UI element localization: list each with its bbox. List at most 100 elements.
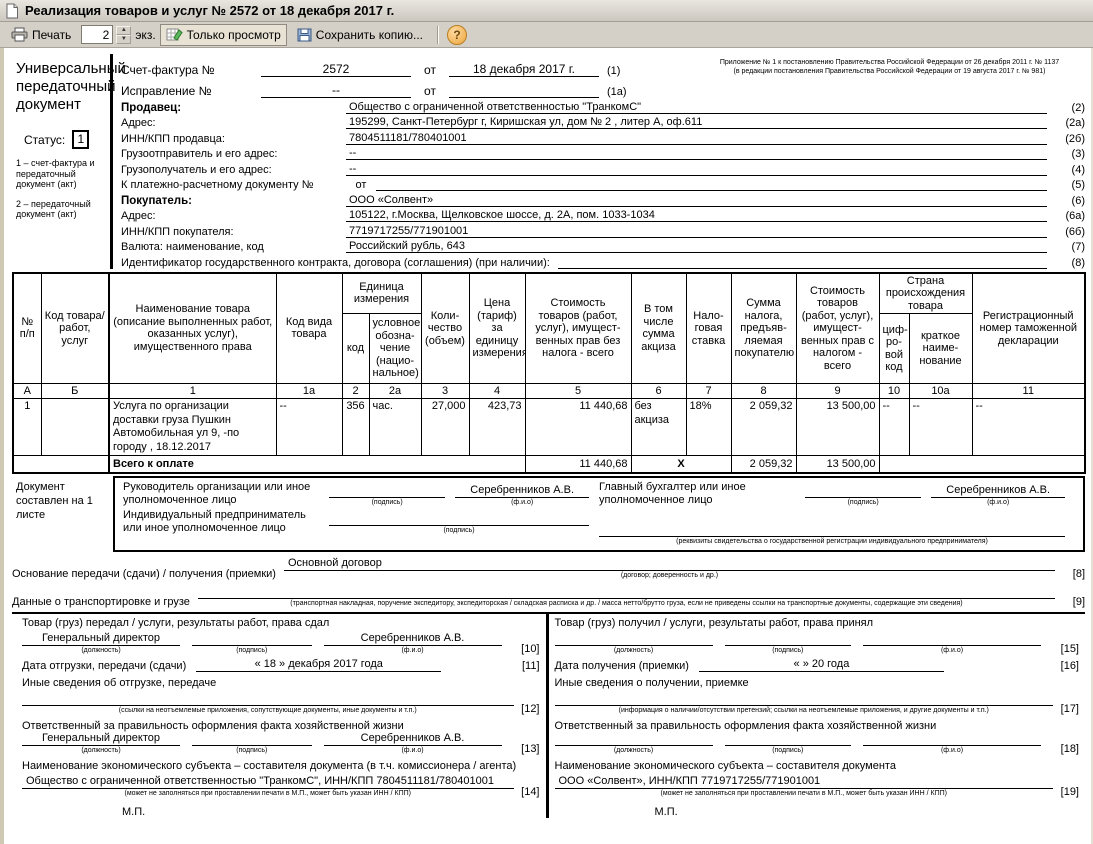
other-shipping-info-caption: (ссылки на неотъемлемые приложения, сопу… [22, 706, 514, 715]
transfer-basis-row: Основание передачи (сдачи) / получения (… [12, 557, 1085, 580]
copies-input[interactable] [81, 25, 113, 44]
copies-up-button[interactable]: ▲ [116, 26, 131, 35]
field-value: 105122, г.Москва, Щелковское шоссе, д. 2… [346, 209, 1047, 222]
buyer-sign-row: (должность) (подпись) (ф.и.о) [15] [555, 632, 1080, 655]
regulation-line-2: (в редакции постановления Правительства … [696, 67, 1083, 76]
correction-ref: (1а) [599, 86, 627, 98]
seller-entity-value: Общество с ограниченной ответственностью… [22, 775, 514, 789]
seller-entity-row: Общество с ограниченной ответственностью… [22, 775, 540, 798]
correction-number-label: Исправление № [121, 84, 261, 98]
view-only-toggle[interactable]: Только просмотр [160, 24, 287, 46]
col-header-unit-code: код [342, 314, 369, 384]
signature-caption: (подпись) [192, 646, 312, 655]
col-code: 2а [369, 384, 421, 399]
entrepreneur-label: Индивидуальный предприниматель или иное … [123, 509, 319, 535]
field-ref: (6б) [1047, 226, 1085, 238]
col-header-country-name: краткое наиме-нование [909, 314, 972, 384]
col-code: 3 [421, 384, 469, 399]
goods-table: № п/п Код товара/ работ, услуг Наименова… [12, 272, 1086, 474]
entrepreneur-signature-line [329, 512, 589, 526]
save-copy-label: Сохранить копию... [316, 28, 423, 42]
help-button[interactable]: ? [447, 25, 467, 45]
goods-received-title: Товар (груз) получил / услуги, результат… [555, 617, 1080, 629]
fio-caption: (ф.и.о) [863, 746, 1041, 755]
signature-caption: (подпись) [725, 746, 852, 755]
position-caption: (должность) [555, 646, 713, 655]
print-button[interactable]: Печать [5, 24, 77, 46]
buyer-name-line [863, 632, 1041, 646]
upd-right-panel: Счет-фактура № 2572 от 18 декабря 2017 г… [113, 54, 1085, 269]
app-window: Реализация товаров и услуг № 2572 от 18 … [0, 0, 1093, 844]
cell-tax-sum: 2 059,32 [731, 399, 796, 456]
seller-bottom-column: Товар (груз) передал / услуги, результат… [12, 614, 549, 818]
col-code: 11 [972, 384, 1085, 399]
field-row-consignor: Грузоотправитель и его адрес: -- (3) [121, 145, 1085, 161]
printer-icon [11, 27, 28, 42]
field-row-buyer: Покупатель: ООО «Солвент» (6) [121, 191, 1085, 207]
status-note-2: 2 – передаточный документ (акт) [16, 199, 106, 220]
seller-stamp-mark: М.П. [122, 806, 540, 818]
copies-down-button[interactable]: ▼ [116, 35, 131, 44]
upd-left-panel: Универсальный передаточный документ Стат… [12, 54, 113, 269]
status-label: Статус: [24, 133, 65, 147]
field-value [376, 190, 1047, 191]
transport-ref: [9] [1055, 596, 1085, 608]
col-header-num: № п/п [13, 273, 41, 384]
other-shipping-info-label: Иные сведения об отгрузке, передаче [22, 677, 540, 689]
col-code: 1 [109, 384, 276, 399]
field-label: Валюта: наименование, код [121, 241, 346, 253]
buyer-entity-value: ООО «Солвент», ИНН/КПП 7719717255/771901… [555, 775, 1054, 789]
signature-caption: (подпись) [329, 526, 589, 535]
seller-responsible-label: Ответственный за правильность оформления… [22, 720, 540, 732]
accountant-signature-line [805, 484, 921, 498]
position-caption: (должность) [22, 746, 180, 755]
head-name-line: Серебренников А.В. [455, 484, 589, 498]
field-value: 7804511181/780401001 [346, 132, 1047, 145]
receipt-date-row: Дата получения (приемки) « » 20 года [16… [555, 658, 1080, 672]
position-caption: (должность) [555, 746, 713, 755]
goods-transferred-title: Товар (груз) передал / услуги, результат… [22, 617, 540, 629]
field-row-buyer-address: Адрес: 105122, г.Москва, Щелковское шосс… [121, 207, 1085, 223]
col-header-cost-wo-tax: Стоимость товаров (работ, услуг), имущес… [525, 273, 631, 384]
col-code: 10 [879, 384, 909, 399]
total-empty-right [879, 456, 1085, 473]
field-value: Российский рубль, 643 [346, 240, 1047, 253]
cell-unit-symbol: час. [369, 399, 421, 456]
seller-sign-row: Генеральный директор (должность) (подпис… [22, 632, 540, 655]
save-copy-button[interactable]: Сохранить копию... [291, 24, 429, 46]
col-code: 5 [525, 384, 631, 399]
responsible-signature-line [192, 732, 312, 746]
invoice-from-word: от [411, 63, 449, 77]
ref-13: [13] [514, 743, 540, 755]
cell-cost-wo-tax: 11 440,68 [525, 399, 631, 456]
cell-code [41, 399, 109, 456]
cell-customs: -- [972, 399, 1085, 456]
cell-excise: без акциза [631, 399, 686, 456]
col-header-name: Наименование товара (описание выполненны… [109, 273, 276, 384]
field-row-seller-inn: ИНН/КПП продавца: 7804511181/780401001 (… [121, 129, 1085, 145]
ref-12: [12] [514, 703, 540, 715]
head-signature-line [329, 484, 445, 498]
invoice-lines: Счет-фактура № 2572 от 18 декабря 2017 г… [121, 56, 666, 98]
responsible-name-line: Серебренников А.В. [324, 732, 502, 746]
seller-responsible-row: Генеральный директор (должность) (подпис… [22, 732, 540, 755]
total-cost-w-tax: 13 500,00 [796, 456, 879, 473]
correction-number-value: -- [261, 83, 411, 98]
cell-num: 1 [13, 399, 41, 456]
buyer-entity-row: ООО «Солвент», ИНН/КПП 7719717255/771901… [555, 775, 1080, 798]
copies-suffix-label: экз. [135, 28, 155, 42]
field-ref: (6) [1047, 195, 1085, 207]
seller-position-line: Генеральный директор [22, 632, 180, 646]
field-ref: (4) [1047, 164, 1085, 176]
fio-caption: (ф.и.о) [324, 646, 502, 655]
accountant-name-line: Серебренников А.В. [931, 484, 1065, 498]
col-header-cost-w-tax: Стоимость товаров (работ, услуг), имущес… [796, 273, 879, 384]
cell-country-name: -- [909, 399, 972, 456]
transport-label: Данные о транспортировке и грузе [12, 596, 198, 608]
col-header-code: Код товара/ работ, услуг [41, 273, 109, 384]
field-ref: (5) [1047, 179, 1085, 191]
bottom-section: Товар (груз) передал / услуги, результат… [12, 612, 1085, 818]
field-value: -- [346, 163, 1047, 176]
field-row-payment-doc: К платежно-расчетному документу № от (5) [121, 176, 1085, 192]
field-row-seller-address: Адрес: 195299, Санкт-Петербург г, Киришс… [121, 114, 1085, 130]
